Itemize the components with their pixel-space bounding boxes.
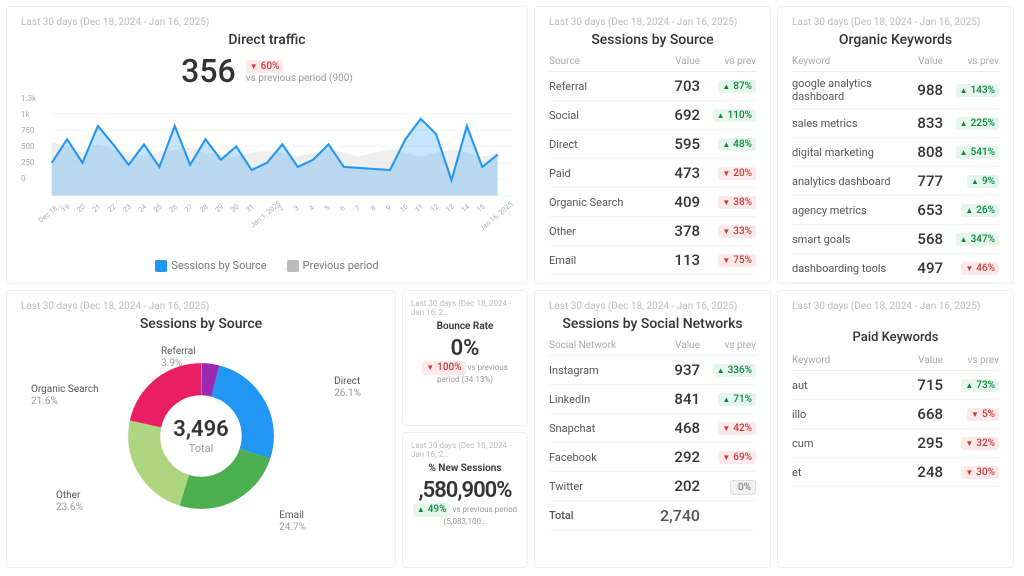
svg-text:Jan 1, 2025: Jan 1, 2025: [248, 199, 282, 230]
donut-label-referral: Referral3.9%: [161, 346, 196, 370]
svg-text:6: 6: [338, 203, 347, 212]
table-row: digital marketing808▲541%: [792, 138, 999, 167]
table-row: Email113▼75%: [549, 246, 756, 275]
svg-text:21: 21: [90, 202, 102, 214]
donut-label-organic: Organic Search21.6%: [31, 384, 99, 408]
svg-text:29: 29: [213, 202, 225, 214]
table-row: Facebook292▼69%: [549, 443, 756, 472]
card-title: Direct traffic: [21, 32, 513, 48]
date-range: Last 30 days (Dec 18, 2024 - Jan 16, 202…: [21, 17, 513, 28]
svg-text:13: 13: [444, 202, 456, 214]
svg-text:23: 23: [121, 202, 133, 214]
table-row: google analytics dashboard988▲143%: [792, 72, 999, 109]
compare-text: vs previous period (900): [246, 73, 353, 84]
table-row: Snapchat468▼42%: [549, 414, 756, 443]
svg-text:15: 15: [475, 202, 487, 214]
direct-traffic-value: 356: [181, 52, 236, 90]
organic-keywords-card: Last 30 days (Dec 18, 2024 - Jan 16, 202…: [777, 6, 1014, 284]
legend-sessions[interactable]: Sessions by Source: [155, 259, 266, 272]
paid-keywords-table: KeywordValuevs prev aut715▲73%illo668▼5%…: [792, 351, 999, 487]
svg-text:14: 14: [459, 202, 471, 214]
table-row: sales metrics833▲225%: [792, 109, 999, 138]
line-chart: Dec 18,… 19202122232425262728293031 Jan …: [21, 90, 513, 250]
new-sessions-card: Last 30 days (Dec 18, 2024 - Jan 16, 2… …: [402, 432, 528, 568]
table-row: et248▼30%: [792, 458, 999, 487]
svg-text:10: 10: [398, 202, 410, 214]
svg-text:24: 24: [136, 202, 148, 214]
table-row: Referral703▲87%: [549, 72, 756, 101]
table-row: agency metrics653▲26%: [792, 196, 999, 225]
sessions-source-card: Last 30 days (Dec 18, 2024 - Jan 16, 202…: [534, 6, 771, 284]
svg-text:25: 25: [152, 202, 164, 214]
svg-text:22: 22: [106, 202, 118, 214]
table-row: Paid473▼20%: [549, 159, 756, 188]
svg-text:28: 28: [198, 202, 210, 214]
donut-label-email: Email24.7%: [279, 510, 306, 534]
organic-keywords-table: KeywordValuevs prev google analytics das…: [792, 52, 999, 283]
svg-text:Dec 18,…: Dec 18,…: [36, 200, 64, 225]
table-row: smart goals568▲347%: [792, 225, 999, 254]
sessions-source-table: SourceValuevs prev Referral703▲87%Social…: [549, 52, 756, 275]
table-row: LinkedIn841▲71%: [549, 385, 756, 414]
table-row: Social692▲110%: [549, 101, 756, 130]
direct-traffic-card: Last 30 days (Dec 18, 2024 - Jan 16, 202…: [6, 6, 528, 284]
table-row: aut715▲73%: [792, 371, 999, 400]
bounce-card: Last 30 days (Dec 18, 2024 - Jan 16, 2… …: [402, 290, 528, 426]
table-row: Other378▼33%: [549, 217, 756, 246]
legend-previous[interactable]: Previous period: [287, 259, 379, 272]
donut-label-other: Other23.6%: [56, 490, 83, 514]
svg-text:5: 5: [322, 203, 331, 212]
table-row: Twitter2020%: [549, 472, 756, 501]
table-row: dashboarding tools497▼46%: [792, 254, 999, 283]
svg-text:26: 26: [167, 202, 179, 214]
svg-text:8: 8: [369, 203, 378, 212]
svg-text:3: 3: [292, 203, 301, 212]
svg-text:12: 12: [429, 202, 441, 214]
svg-text:7: 7: [353, 203, 362, 212]
social-card: Last 30 days (Dec 18, 2024 - Jan 16, 202…: [534, 290, 771, 568]
svg-text:4: 4: [307, 203, 316, 212]
donut-card: Last 30 days (Dec 18, 2024 - Jan 16, 202…: [6, 290, 396, 568]
donut-label-direct: Direct26.1%: [334, 376, 361, 400]
table-row: illo668▼5%: [792, 400, 999, 429]
svg-text:27: 27: [183, 202, 195, 214]
table-row: Instagram937▲336%: [549, 356, 756, 385]
social-total-row: Total2,740: [549, 501, 756, 531]
svg-text:9: 9: [384, 203, 393, 212]
table-row: Direct595▲48%: [549, 130, 756, 159]
social-table: Social NetworkValuevs prev Instagram937▲…: [549, 336, 756, 531]
table-row: Organic Search409▼38%: [549, 188, 756, 217]
svg-text:30: 30: [229, 202, 241, 214]
direct-traffic-delta: ▼60%: [246, 60, 284, 73]
svg-text:11: 11: [413, 202, 425, 214]
donut-total: 3,496: [173, 417, 228, 442]
svg-text:20: 20: [75, 202, 87, 214]
table-row: cum295▼32%: [792, 429, 999, 458]
svg-text:31: 31: [244, 202, 256, 214]
paid-keywords-card: Last 30 days (Dec 18, 2024 - Jan 16, 202…: [777, 290, 1014, 568]
table-row: analytics dashboard777▲9%: [792, 167, 999, 196]
y-axis-labels: 1.3k 1k 750 500 250 0: [21, 95, 36, 191]
